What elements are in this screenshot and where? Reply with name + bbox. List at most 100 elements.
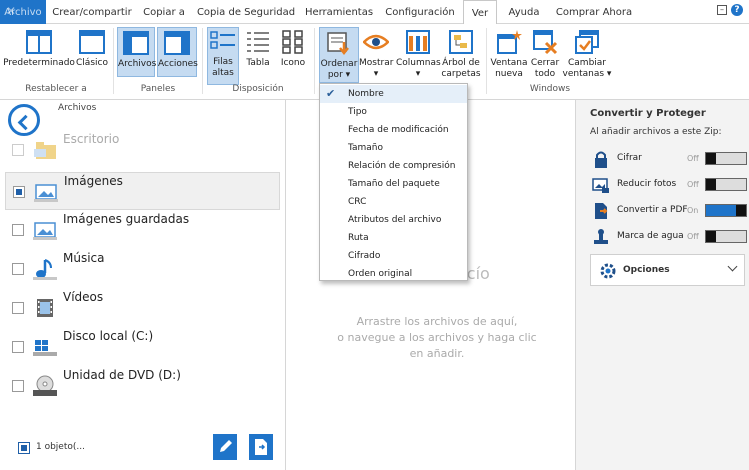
sort-menu-label: Relación de compresión bbox=[348, 161, 456, 171]
location-checkbox[interactable] bbox=[12, 302, 24, 314]
clasico-button[interactable]: Clásico bbox=[76, 27, 108, 83]
add-to-zip-button[interactable] bbox=[249, 434, 273, 460]
clasico-label: Clásico bbox=[76, 58, 108, 68]
tab-ver[interactable]: Ver bbox=[463, 0, 497, 25]
cifrar-toggle[interactable] bbox=[705, 152, 747, 165]
edit-button[interactable] bbox=[213, 434, 237, 460]
group-restablecer-label: Restablecer a bbox=[25, 84, 87, 94]
files-pane-icon bbox=[123, 31, 149, 55]
tab-ayuda[interactable]: Ayuda bbox=[503, 0, 545, 24]
tab-copiar-a[interactable]: Copiar a bbox=[138, 0, 190, 24]
sort-menu-item-tamano-paquete[interactable]: Tamaño del paquete bbox=[320, 175, 467, 193]
tab-configuracion[interactable]: Configuración bbox=[382, 0, 458, 24]
ordenar-por-button[interactable]: Ordenar por ▾ bbox=[319, 27, 359, 83]
sort-icon bbox=[327, 32, 349, 56]
cambiar-label: Cambiar bbox=[568, 58, 606, 68]
location-item-musica[interactable]: Música bbox=[5, 250, 280, 288]
location-label: Imágenes guardadas bbox=[63, 212, 190, 226]
sort-menu-item-fecha[interactable]: Fecha de modificación bbox=[320, 121, 467, 139]
switch-windows-icon bbox=[575, 30, 599, 54]
add-file-icon bbox=[255, 439, 267, 455]
location-checkbox[interactable] bbox=[12, 263, 24, 275]
current-path: Archivos bbox=[58, 103, 97, 113]
mostrar-button[interactable]: Mostrar ▾ bbox=[359, 27, 393, 83]
sort-menu-item-ruta[interactable]: Ruta bbox=[320, 229, 467, 247]
location-checkbox[interactable] bbox=[12, 224, 24, 236]
altas-label: altas bbox=[212, 68, 234, 78]
location-item-unidad-dvd[interactable]: Unidad de DVD (D:) bbox=[5, 367, 280, 405]
icon-grid-icon bbox=[282, 30, 303, 54]
option-convertir-pdf: Convertir a PDF On bbox=[590, 200, 748, 222]
location-item-escritorio[interactable]: Escritorio bbox=[5, 131, 280, 169]
sort-menu-item-tamano[interactable]: Tamaño bbox=[320, 139, 467, 157]
pane-title: Convertir y Proteger bbox=[590, 108, 706, 119]
option-label: Cifrar bbox=[617, 153, 642, 163]
music-icon bbox=[33, 259, 57, 280]
location-checkbox[interactable] bbox=[12, 341, 24, 353]
empty-hint-line: en añadir. bbox=[409, 347, 465, 360]
archivos-label: Archivos bbox=[118, 59, 157, 69]
minimize-ribbon-icon[interactable]: – bbox=[717, 5, 727, 15]
pencil-icon bbox=[220, 440, 232, 452]
sort-menu-item-orden-original[interactable]: Orden original bbox=[320, 265, 467, 283]
location-item-disco-local[interactable]: Disco local (C:) bbox=[5, 328, 280, 366]
icono-button[interactable]: Icono bbox=[278, 27, 308, 83]
location-checkbox[interactable] bbox=[12, 144, 24, 156]
sort-menu-item-atributos[interactable]: Atributos del archivo bbox=[320, 211, 467, 229]
sort-menu-label: Tipo bbox=[348, 107, 367, 117]
dropdown-arrow-icon: ▾ bbox=[604, 69, 612, 79]
tab-herramientas[interactable]: Herramientas bbox=[302, 0, 376, 24]
location-label: Unidad de DVD (D:) bbox=[63, 368, 181, 382]
cerrar-todo-button[interactable]: Cerrar todo bbox=[529, 27, 561, 83]
convertir-pdf-toggle[interactable] bbox=[705, 204, 747, 217]
dropdown-arrow-icon: ▾ bbox=[415, 69, 421, 79]
location-item-videos[interactable]: Vídeos bbox=[5, 289, 280, 327]
sort-menu-item-tipo[interactable]: Tipo bbox=[320, 103, 467, 121]
tab-crear-compartir[interactable]: Crear/compartir bbox=[46, 0, 138, 24]
marca-agua-toggle[interactable] bbox=[705, 230, 747, 243]
lock-icon bbox=[595, 151, 607, 168]
tabla-label: Tabla bbox=[246, 58, 270, 68]
sort-menu-label: Tamaño bbox=[348, 143, 384, 153]
ventana-nueva-button[interactable]: Ventana nueva bbox=[490, 27, 528, 83]
filas-label: Filas bbox=[213, 57, 233, 67]
option-state: Off bbox=[687, 180, 699, 189]
location-checkbox[interactable] bbox=[12, 380, 24, 392]
layout-classic-icon bbox=[79, 30, 105, 54]
icono-label: Icono bbox=[280, 58, 306, 68]
sort-menu-item-crc[interactable]: CRC bbox=[320, 193, 467, 211]
columnas-button[interactable]: Columnas ▾ bbox=[396, 27, 441, 83]
arbol-carpetas-button[interactable]: Árbol de carpetas bbox=[440, 27, 482, 83]
stamp-icon bbox=[594, 229, 608, 244]
tab-comprar-ahora[interactable]: Comprar Ahora bbox=[554, 0, 634, 24]
close-icon[interactable]: ✕ bbox=[6, 4, 16, 18]
empty-hint-line: Arrastre los archivos de aquí, bbox=[356, 315, 518, 328]
sort-menu-label: Ruta bbox=[348, 233, 369, 243]
option-state: Off bbox=[687, 232, 699, 241]
location-label: Disco local (C:) bbox=[63, 329, 154, 343]
cambiar-ventanas-button[interactable]: Cambiar ventanas ▾ bbox=[562, 27, 612, 83]
archivos-pane-button[interactable]: Archivos bbox=[117, 27, 157, 77]
opciones-button[interactable]: Opciones bbox=[590, 254, 745, 286]
group-paneles-label: Paneles bbox=[140, 84, 176, 94]
select-all-checkbox[interactable] bbox=[18, 442, 30, 454]
tab-copia-seguridad[interactable]: Copia de Seguridad bbox=[196, 0, 296, 24]
filas-altas-button[interactable]: Filas altas bbox=[207, 27, 239, 85]
predeterminado-button[interactable]: Predeterminado bbox=[3, 27, 75, 83]
location-checkbox[interactable] bbox=[13, 186, 25, 198]
reducir-fotos-toggle[interactable] bbox=[705, 178, 747, 191]
sort-menu-item-nombre[interactable]: ✔ Nombre bbox=[320, 85, 467, 103]
sort-menu-label: Orden original bbox=[348, 269, 413, 279]
acciones-pane-button[interactable]: Acciones bbox=[157, 27, 198, 77]
location-item-imagenes[interactable]: Imágenes bbox=[5, 172, 280, 210]
table-icon bbox=[247, 32, 269, 52]
sort-menu-item-compresion[interactable]: Relación de compresión bbox=[320, 157, 467, 175]
location-item-imagenes-guardadas[interactable]: Imágenes guardadas bbox=[5, 211, 280, 249]
help-icon[interactable]: ? bbox=[731, 4, 743, 16]
photo-icon bbox=[592, 178, 609, 193]
tabla-button[interactable]: Tabla bbox=[243, 27, 273, 83]
toggle-knob bbox=[706, 153, 716, 164]
sort-menu-item-cifrado[interactable]: Cifrado bbox=[320, 247, 467, 265]
option-reducir-fotos: Reducir fotos Off bbox=[590, 174, 748, 196]
close-all-icon bbox=[533, 30, 558, 55]
